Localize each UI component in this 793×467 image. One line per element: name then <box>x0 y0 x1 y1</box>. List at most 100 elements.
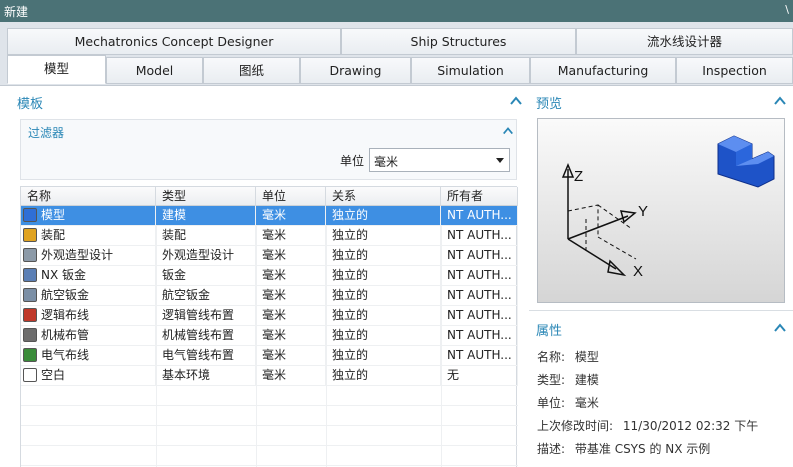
cell-type: 外观造型设计 <box>156 246 256 266</box>
tab-drawing[interactable]: Drawing <box>300 57 411 84</box>
cell-owner: NT AUTH... <box>441 346 518 366</box>
tab-ship-structures[interactable]: Ship Structures <box>341 28 576 55</box>
property-description: 描述: 带基准 CSYS 的 NX 示例 <box>537 440 710 457</box>
cell-text: 机械布管 <box>41 328 90 342</box>
cell-text: 电气布线 <box>41 348 90 362</box>
window-control[interactable]: \ <box>785 3 789 16</box>
cell-unit: 毫米 <box>256 206 326 226</box>
unit-select-value: 毫米 <box>374 155 399 169</box>
cell-text: 毫米 <box>262 248 287 262</box>
cell-text: 毫米 <box>262 328 287 342</box>
divider <box>529 310 793 311</box>
cell-name: 航空钣金 <box>21 286 156 306</box>
tab-model[interactable]: Model <box>106 57 203 84</box>
cell-text: 装配 <box>162 228 187 242</box>
cell-text: 空白 <box>41 368 66 382</box>
cell-name: 逻辑布线 <box>21 306 156 326</box>
cell-relation: 独立的 <box>326 246 441 266</box>
cell-name: 外观造型设计 <box>21 246 156 266</box>
table-row[interactable]: 模型 建模 毫米 独立的 NT AUTH... <box>21 206 518 226</box>
sheet-metal-icon <box>23 268 37 282</box>
cell-text: NT AUTH... <box>447 208 512 222</box>
property-label: 描述: <box>537 442 566 456</box>
cell-text: 外观造型设计 <box>41 248 114 262</box>
table-header: 名称 类型 单位 关系 所有者 <box>21 187 518 206</box>
tab-inspection[interactable]: Inspection <box>676 57 793 84</box>
table-row[interactable]: 逻辑布线 逻辑管线布置 毫米 独立的 NT AUTH... <box>21 306 518 326</box>
table-row[interactable]: NX 钣金 钣金 毫米 独立的 NT AUTH... <box>21 266 518 286</box>
property-value: 建模 <box>574 373 599 387</box>
empty-row <box>21 406 518 426</box>
cell-text: 独立的 <box>332 248 369 262</box>
cell-text: 钣金 <box>162 268 187 282</box>
cell-text: NT AUTH... <box>447 228 512 242</box>
template-table: 名称 类型 单位 关系 所有者 模型 建模 毫米 独立的 NT AUTH... 装配 装配毫… <box>20 186 518 467</box>
logical-routing-icon <box>23 308 37 322</box>
column-header-relation[interactable]: 关系 <box>326 187 441 206</box>
tab-line-designer[interactable]: 流水线设计器 <box>576 28 793 55</box>
property-type: 类型: 建模 <box>537 371 599 388</box>
column-header-name[interactable]: 名称 <box>21 187 156 206</box>
assembly-icon <box>23 228 37 242</box>
cell-owner: NT AUTH... <box>441 226 518 246</box>
collapse-properties-icon[interactable] <box>773 321 787 335</box>
table-row[interactable]: 装配 装配 毫米 独立的 NT AUTH... <box>21 226 518 246</box>
cell-relation: 独立的 <box>326 206 441 226</box>
cell-relation: 独立的 <box>326 326 441 346</box>
cell-type: 机械管线布置 <box>156 326 256 346</box>
cell-text: NT AUTH... <box>447 268 512 282</box>
table-row[interactable]: 外观造型设计 外观造型设计 毫米 独立的 NT AUTH... <box>21 246 518 266</box>
table-row[interactable]: 机械布管 机械管线布置 毫米 独立的 NT AUTH... <box>21 326 518 346</box>
table-row[interactable]: 航空钣金 航空钣金 毫米 独立的 NT AUTH... <box>21 286 518 306</box>
table-row[interactable]: 电气布线 电气管线布置 毫米 独立的 NT AUTH... <box>21 346 518 366</box>
cell-relation: 独立的 <box>326 266 441 286</box>
cell-text: 逻辑布线 <box>41 308 90 322</box>
cell-text: 基本环境 <box>162 368 211 382</box>
property-value: 带基准 CSYS 的 NX 示例 <box>574 442 711 456</box>
cell-type: 建模 <box>156 206 256 226</box>
property-label: 名称: <box>537 350 566 364</box>
column-header-unit[interactable]: 单位 <box>256 187 326 206</box>
cell-name: 空白 <box>21 366 156 386</box>
tab-strip: Mechatronics Concept Designer Ship Struc… <box>0 22 793 85</box>
cell-type: 钣金 <box>156 266 256 286</box>
cell-text: 毫米 <box>262 268 287 282</box>
tab-manufacturing[interactable]: Manufacturing <box>530 57 676 84</box>
cell-owner: NT AUTH... <box>441 326 518 346</box>
column-header-owner[interactable]: 所有者 <box>441 187 518 206</box>
templates-title: 模板 <box>17 97 44 112</box>
cell-text: 毫米 <box>262 368 287 382</box>
cell-unit: 毫米 <box>256 226 326 246</box>
cell-text: 装配 <box>41 228 66 242</box>
cell-text: 毫米 <box>262 348 287 362</box>
tab-model-cn[interactable]: 模型 <box>7 55 106 84</box>
unit-select[interactable]: 毫米 <box>369 148 510 172</box>
y-axis-label: Y <box>638 203 648 220</box>
cell-unit: 毫米 <box>256 346 326 366</box>
tab-mechatronics[interactable]: Mechatronics Concept Designer <box>7 28 341 55</box>
property-label: 单位: <box>537 396 566 410</box>
table-row[interactable]: 空白 基本环境 毫米 独立的 无 <box>21 366 518 386</box>
tab-simulation[interactable]: Simulation <box>411 57 530 84</box>
collapse-preview-icon[interactable] <box>773 94 787 108</box>
tab-drawing-cn[interactable]: 图纸 <box>203 57 300 84</box>
collapse-templates-icon[interactable] <box>509 94 523 108</box>
cell-text: 独立的 <box>332 288 369 302</box>
property-modified: 上次修改时间: 11/30/2012 02:32 下午 <box>537 417 758 434</box>
title-bar: 新建 \ <box>0 0 793 22</box>
property-name: 名称: 模型 <box>537 348 599 365</box>
shape-studio-icon <box>23 248 37 262</box>
cell-unit: 毫米 <box>256 286 326 306</box>
cell-unit: 毫米 <box>256 366 326 386</box>
cell-text: 建模 <box>162 208 187 222</box>
collapse-filter-icon[interactable] <box>502 125 514 137</box>
cell-owner: NT AUTH... <box>441 206 518 226</box>
empty-row <box>21 426 518 446</box>
cell-unit: 毫米 <box>256 326 326 346</box>
column-header-type[interactable]: 类型 <box>156 187 256 206</box>
cell-relation: 独立的 <box>326 226 441 246</box>
cell-type: 电气管线布置 <box>156 346 256 366</box>
empty-row <box>21 446 518 466</box>
cell-name: 机械布管 <box>21 326 156 346</box>
cell-text: NT AUTH... <box>447 248 512 262</box>
